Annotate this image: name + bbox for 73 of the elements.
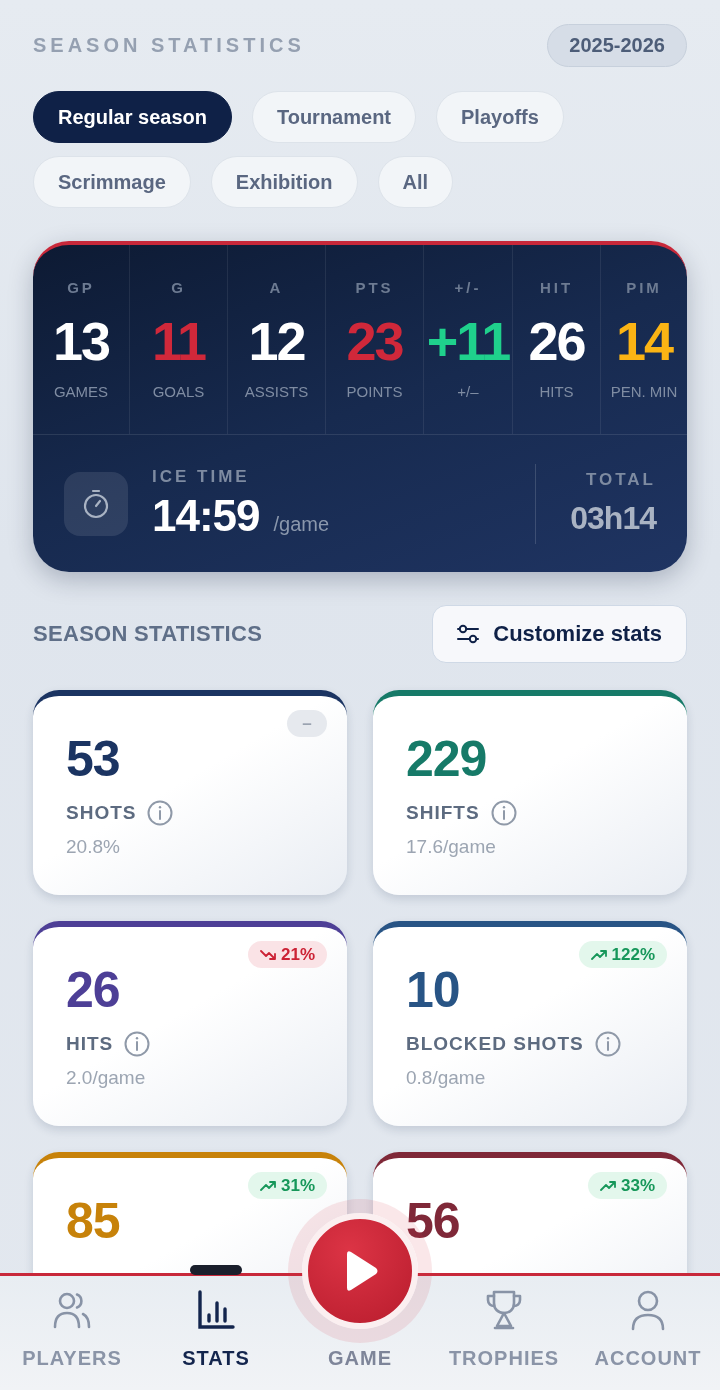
active-tab-indicator <box>190 1265 242 1275</box>
nav-tab[interactable]: GAME <box>288 1347 432 1390</box>
stat-abbreviation: G <box>171 279 186 297</box>
customize-stats-button[interactable]: Customize stats <box>432 605 687 663</box>
info-icon[interactable] <box>490 800 517 826</box>
stat-abbreviation: +/- <box>454 279 482 297</box>
stat-value: 13 <box>52 311 110 371</box>
stat-label: HITS <box>66 1033 114 1055</box>
stat-value: 26 <box>528 311 585 371</box>
filter-chip[interactable]: Exhibition <box>210 156 358 208</box>
trend-badge: 21% <box>247 941 327 968</box>
stat-abbreviation: PIM <box>626 279 662 297</box>
stat-value: 26 <box>66 961 120 1019</box>
trend-badge: 122% <box>578 941 667 968</box>
info-icon[interactable] <box>594 1031 621 1057</box>
total-label: TOTAL <box>585 470 656 490</box>
ice-time-value: 14:59 <box>152 490 260 541</box>
stat-per-game: 20.8% <box>66 836 121 858</box>
nav-tab[interactable]: ACCOUNT <box>576 1276 720 1390</box>
bar-chart-icon <box>196 1289 236 1331</box>
stat-per-game: 17.6/game <box>406 836 497 858</box>
stat-label: SHIFTS <box>406 802 480 824</box>
stat-abbreviation: HIT <box>539 279 574 297</box>
stat-abbreviation: A <box>269 279 284 297</box>
trend-badge: 33% <box>587 1172 667 1199</box>
stat-per-game: 0.8/game <box>406 1067 487 1089</box>
stat-value: 23 <box>346 311 403 371</box>
trend-arrow-icon <box>590 947 607 962</box>
stat-value: 229 <box>406 730 487 788</box>
stat-label: GOALS <box>152 383 205 400</box>
filter-chip[interactable]: All <box>377 156 454 208</box>
stat-label: SHOTS <box>66 802 137 824</box>
stat-label: BLOCKED SHOTS <box>406 1033 584 1055</box>
stat-label: GAMES <box>53 383 109 400</box>
filter-chip[interactable]: Regular season <box>33 91 232 143</box>
season-selector[interactable]: 2025-2026 <box>547 24 687 67</box>
stat-value: +11 <box>426 311 510 371</box>
page-title: SEASON STATISTICS <box>33 34 305 57</box>
stat-value: 12 <box>248 311 305 371</box>
nav-tab[interactable]: PLAYERS <box>0 1276 144 1390</box>
stat-value: 85 <box>66 1192 120 1250</box>
total-value: 03h14 <box>570 500 656 537</box>
stat-value: 10 <box>406 961 460 1019</box>
trend-badge: 31% <box>247 1172 327 1199</box>
trend-arrow-icon <box>259 1178 276 1193</box>
trend-badge: – <box>287 710 327 737</box>
nav-tab[interactable]: TROPHIES <box>432 1276 576 1390</box>
stat-label: +/– <box>457 383 479 400</box>
stat-value: 56 <box>406 1192 460 1250</box>
stopwatch-icon <box>64 471 128 536</box>
ice-time-label: ICE TIME <box>152 466 251 487</box>
trend-arrow-icon <box>259 947 276 962</box>
trophy-icon <box>484 1289 524 1331</box>
filter-chip[interactable]: Playoffs <box>436 91 564 143</box>
stat-label: ASSISTS <box>244 383 309 400</box>
stat-abbreviation: PTS <box>355 279 394 297</box>
stat-label: HITS <box>539 383 574 400</box>
info-icon[interactable] <box>124 1031 151 1057</box>
filter-chip[interactable]: Tournament <box>251 91 417 143</box>
stat-value: 53 <box>66 730 120 788</box>
stat-label: PEN. MIN <box>610 383 678 400</box>
stat-label: POINTS <box>346 383 403 400</box>
stat-value: 14 <box>615 311 673 371</box>
trend-arrow-icon <box>599 1178 616 1193</box>
nav-tab[interactable]: STATS <box>144 1276 288 1390</box>
info-icon[interactable] <box>147 800 174 826</box>
filter-chip[interactable]: Scrimmage <box>33 156 191 208</box>
sliders-icon <box>457 624 480 644</box>
stat-value: 11 <box>151 311 206 371</box>
ice-time-unit: /game <box>273 512 330 536</box>
stat-per-game: 2.0/game <box>66 1067 147 1089</box>
stat-abbreviation: GP <box>67 279 95 297</box>
section-title: SEASON STATISTICS <box>33 621 263 647</box>
